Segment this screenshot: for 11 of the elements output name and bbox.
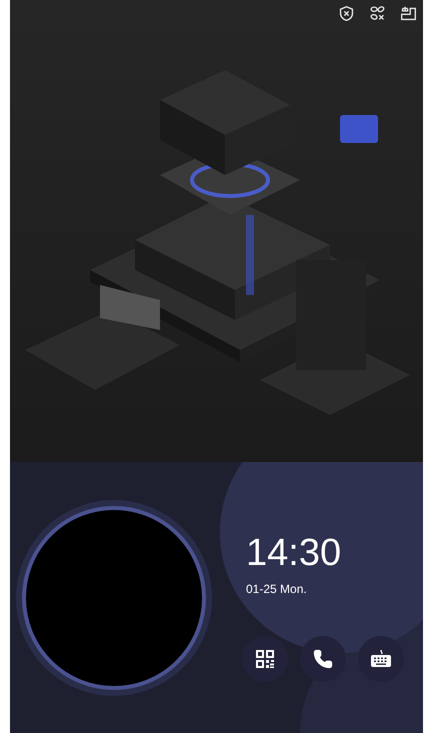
call-button[interactable] (300, 636, 346, 682)
qr-code-button[interactable] (242, 636, 288, 682)
clock-time: 14:30 (246, 534, 342, 572)
keyboard-icon (370, 648, 392, 670)
phone-icon (313, 648, 333, 668)
shield-icon (338, 5, 355, 22)
keyboard-button[interactable] (358, 636, 404, 682)
clock-date: 01-25 Mon. (246, 580, 308, 598)
qr-code-icon (255, 648, 275, 668)
link-icon (369, 5, 386, 22)
tray-icon (400, 5, 417, 22)
